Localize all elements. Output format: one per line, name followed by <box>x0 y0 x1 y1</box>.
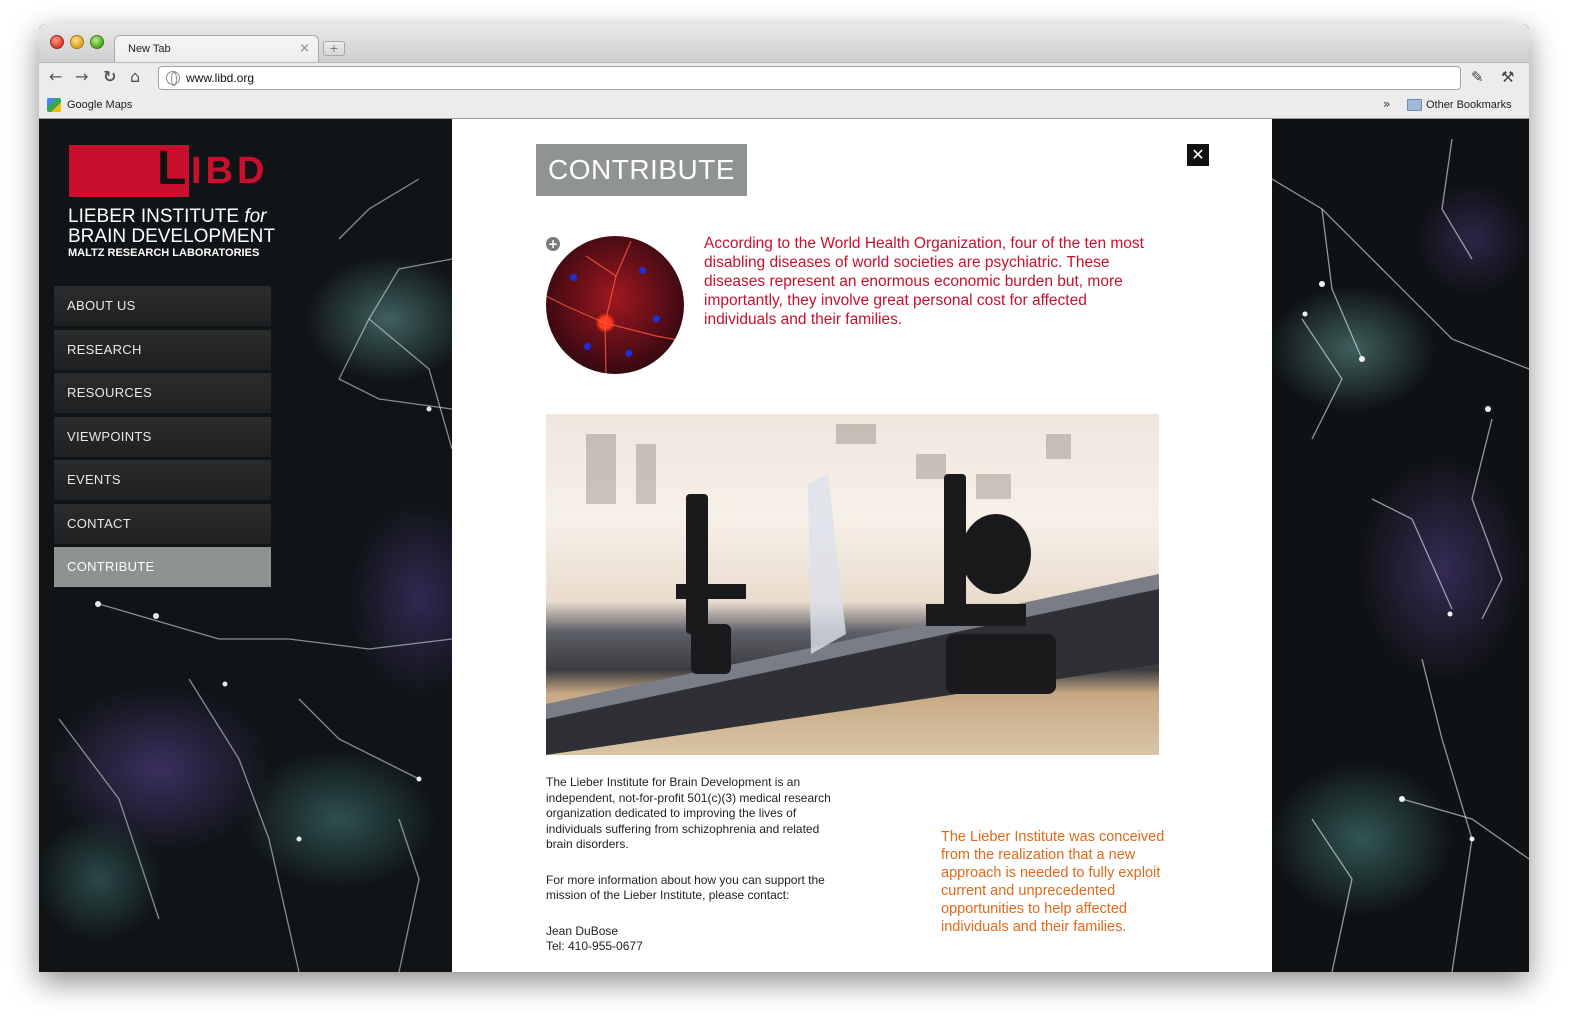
logo-line-1-main: LIEBER INSTITUTE <box>68 206 245 227</box>
url-text[interactable]: www.libd.org <box>186 71 254 85</box>
minimize-window-icon[interactable] <box>70 35 84 49</box>
browser-tab[interactable]: New Tab × <box>114 35 319 63</box>
content-panel: CONTRIBUTE ✕ + According to the World He… <box>452 119 1272 972</box>
microscopes-photo <box>546 414 1159 755</box>
globe-icon <box>166 71 180 86</box>
bookmark-google-maps[interactable]: Google Maps <box>67 99 132 111</box>
tab-title: New Tab <box>128 43 171 55</box>
page-viewport: L IBD LIEBER INSTITUTE for BRAIN DEVELOP… <box>39 119 1529 972</box>
wrench-icon[interactable]: ⚒ <box>1501 68 1514 86</box>
home-icon[interactable]: ⌂ <box>130 68 140 86</box>
neuron-thumbnail[interactable] <box>546 236 684 374</box>
forward-arrow-icon[interactable]: → <box>75 68 88 86</box>
neuron-background-left: L IBD LIEBER INSTITUTE for BRAIN DEVELOP… <box>39 119 452 972</box>
microscopes-illustration <box>546 424 1159 755</box>
tab-close-icon[interactable]: × <box>299 41 310 56</box>
intro-paragraph: According to the World Health Organizati… <box>704 235 1144 328</box>
neuron-dendrite-lines <box>546 240 684 374</box>
side-navigation: ABOUT US RESEARCH RESOURCES VIEWPOINTS E… <box>54 286 271 591</box>
body-paragraph-1: The Lieber Institute for Brain Developme… <box>546 775 831 851</box>
expand-plus-icon[interactable]: + <box>546 237 560 251</box>
contact-name: Jean DuBose <box>546 923 619 938</box>
browser-window: New Tab × + ← → ↻ ⌂ www.libd.org ✎ ⚒ Goo… <box>39 24 1529 972</box>
nav-item-research[interactable]: RESEARCH <box>54 329 271 370</box>
body-paragraph-2: For more information about how you can s… <box>546 872 825 903</box>
other-bookmarks[interactable]: Other Bookmarks <box>1426 99 1512 111</box>
browser-toolbar: ← → ↻ ⌂ www.libd.org ✎ ⚒ <box>39 62 1529 92</box>
bookmarks-bar: Google Maps » Other Bookmarks <box>39 92 1529 119</box>
google-maps-icon <box>47 98 61 112</box>
nav-item-about-us[interactable]: ABOUT US <box>54 286 271 326</box>
logo-line-1-italic: for <box>244 206 267 227</box>
body-copy: The Lieber Institute for Brain Developme… <box>546 775 841 955</box>
tab-strip: New Tab × + <box>39 24 1529 63</box>
neuron-lines-right <box>1272 138 1529 972</box>
nav-item-contact[interactable]: CONTACT <box>54 503 271 544</box>
logo-line-1: LIEBER INSTITUTE for <box>68 206 267 227</box>
nav-item-events[interactable]: EVENTS <box>54 460 271 500</box>
bookmarks-overflow-icon[interactable]: » <box>1383 97 1390 111</box>
close-window-icon[interactable] <box>50 35 64 49</box>
contact-phone: Tel: 410-955-0677 <box>546 939 643 953</box>
reload-icon[interactable]: ↻ <box>103 68 116 86</box>
logo-letters-ibd: IBD <box>191 150 269 192</box>
logo-line-2: BRAIN DEVELOPMENT <box>68 226 275 247</box>
address-bar[interactable]: www.libd.org <box>158 66 1461 90</box>
close-panel-button[interactable]: ✕ <box>1187 144 1209 166</box>
folder-icon <box>1407 99 1422 111</box>
page-menu-icon[interactable]: ✎ <box>1471 68 1484 86</box>
neuron-background-right <box>1272 119 1529 972</box>
pull-quote: The Lieber Institute was conceived from … <box>941 829 1165 935</box>
logo-letter-l: L <box>157 142 187 195</box>
back-arrow-icon[interactable]: ← <box>49 68 62 86</box>
nav-item-resources[interactable]: RESOURCES <box>54 373 271 413</box>
nav-item-viewpoints[interactable]: VIEWPOINTS <box>54 416 271 457</box>
logo-line-3: MALTZ RESEARCH LABORATORIES <box>68 247 260 259</box>
nav-item-contribute[interactable]: CONTRIBUTE <box>54 547 271 587</box>
zoom-window-icon[interactable] <box>90 35 104 49</box>
libd-logo[interactable]: L IBD <box>69 142 269 197</box>
new-tab-button[interactable]: + <box>323 41 345 56</box>
page-title: CONTRIBUTE <box>536 144 747 196</box>
